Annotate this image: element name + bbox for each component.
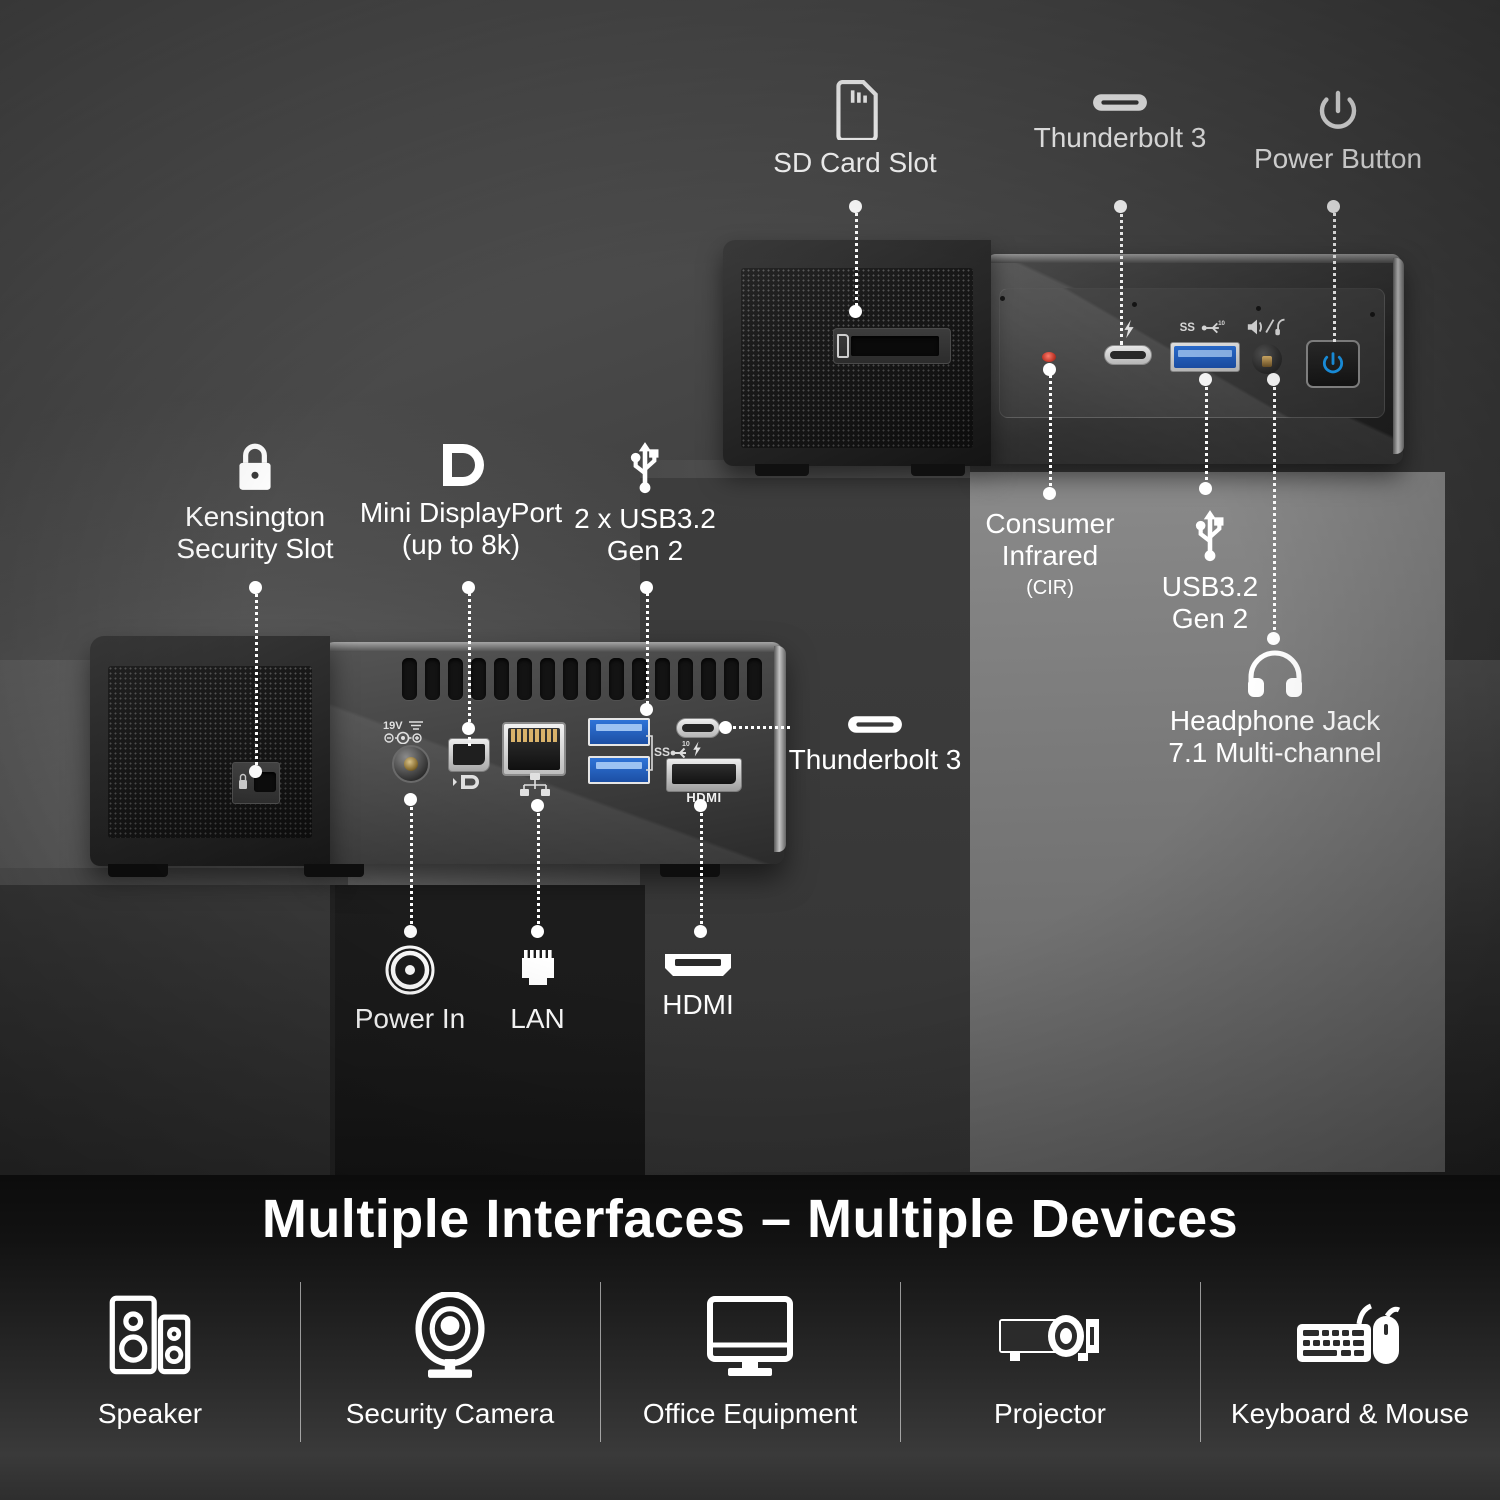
device-label: Speaker — [97, 1398, 203, 1429]
device-item-speaker[interactable]: Speaker — [0, 1272, 300, 1487]
speaker-icon — [106, 1284, 194, 1388]
security-camera-icon — [406, 1284, 494, 1388]
device-item-keyboard-mouse[interactable]: Keyboard & Mouse — [1200, 1272, 1500, 1487]
device-item-office-equipment[interactable]: Office Equipment — [600, 1272, 900, 1487]
device-label: Projector — [993, 1398, 1107, 1429]
device-strip: Speaker Security Camera Office Equipment… — [0, 1272, 1500, 1487]
banner-headline: Multiple Interfaces – Multiple Devices — [261, 1189, 1239, 1249]
product-infographic: SS 10 — [0, 0, 1500, 1500]
projector-icon — [998, 1284, 1102, 1388]
monitor-icon — [704, 1284, 796, 1388]
device-label: Office Equipment — [642, 1398, 858, 1429]
device-item-projector[interactable]: Projector — [900, 1272, 1200, 1487]
device-label: Security Camera — [345, 1398, 555, 1429]
device-item-security-camera[interactable]: Security Camera — [300, 1272, 600, 1487]
device-label: Keyboard & Mouse — [1230, 1398, 1470, 1429]
keyboard-mouse-icon — [1295, 1284, 1405, 1388]
